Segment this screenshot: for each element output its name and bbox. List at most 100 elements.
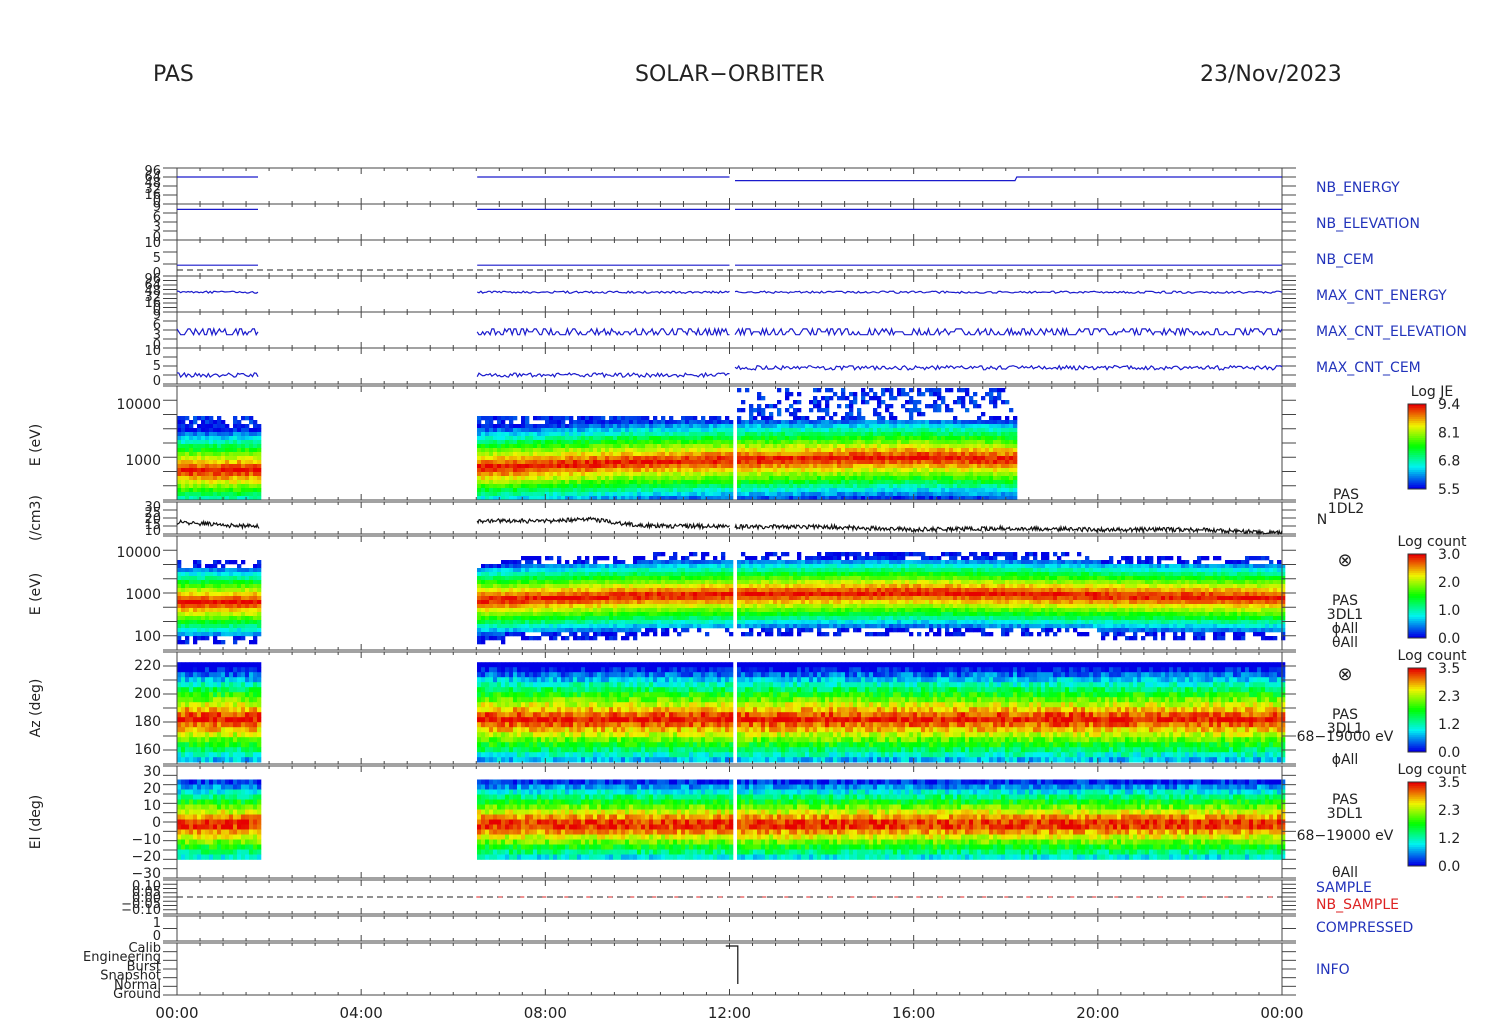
energy_l2-heatmap-cell — [573, 444, 578, 449]
energy_l2-heatmap-cell — [681, 472, 686, 477]
energy_l2-heatmap-cell — [1001, 460, 1006, 465]
energy_l2-heatmap-cell — [205, 428, 210, 433]
energy_l2-heatmap-cell — [477, 484, 482, 489]
energy_l2-heatmap-cell — [561, 460, 566, 465]
energy_l2-heatmap-cell — [713, 432, 718, 437]
energy_l2-heatmap-cell — [257, 460, 262, 465]
energy_l2-heatmap-cell — [237, 444, 242, 449]
energy_l1-heatmap-cell — [257, 592, 262, 597]
energy_l2-heatmap-cell — [785, 476, 790, 481]
energy_l2-heatmap-cell — [617, 452, 622, 457]
energy_l2-heatmap-cell — [985, 488, 990, 493]
energy_l2-heatmap-cell — [689, 448, 694, 453]
energy_l2-heatmap-cell — [785, 472, 790, 477]
energy_l2-heatmap-cell — [993, 472, 998, 477]
energy_l2-heatmap-cell — [945, 428, 950, 433]
energy_l2-heatmap-cell — [565, 472, 570, 477]
energy_l1-heatmap-cell — [221, 580, 226, 585]
energy_l2-heatmap-cell — [253, 488, 258, 493]
energy_l2-heatmap-cell — [761, 476, 766, 481]
energy_l2-heatmap-cell — [1001, 476, 1006, 481]
energy_l1-heatmap-cell — [485, 580, 490, 585]
energy_l2-heatmap-cell — [629, 440, 634, 445]
energy_l1-heatmap-cell — [181, 628, 186, 633]
energy_l2-heatmap-cell — [177, 416, 182, 421]
energy_l2-heatmap-cell — [541, 452, 546, 457]
energy_l2-heatmap-cell — [697, 420, 702, 425]
energy_l2-ytick-label: 10000 — [116, 397, 161, 413]
energy_l2-heatmap-cell — [717, 448, 722, 453]
energy_l2-heatmap-cell — [177, 432, 182, 437]
energy_l2-heatmap-cell — [929, 448, 934, 453]
energy_l2-heatmap-cell — [801, 456, 806, 461]
energy_l2-heatmap-cell — [545, 460, 550, 465]
energy_l1-heatmap-cell — [489, 592, 494, 597]
energy_l1-heatmap-cell — [477, 572, 482, 577]
energy_l1-heatmap-cell — [233, 568, 238, 573]
energy_l2-heatmap-cell — [969, 436, 974, 441]
energy_l2-heatmap-cell — [253, 420, 258, 425]
energy_l2-heatmap-cell — [521, 452, 526, 457]
energy_l2-heatmap-cell — [833, 464, 838, 469]
energy_l2-heatmap-cell — [965, 492, 970, 497]
energy_l2-heatmap-cell — [885, 488, 890, 493]
energy_l2-heatmap-cell — [957, 440, 962, 445]
energy_l2-heatmap-cell — [205, 476, 210, 481]
energy_l2-heatmap-cell — [825, 404, 830, 409]
energy_l2-heatmap-cell — [761, 448, 766, 453]
energy_l1-heatmap-cell — [197, 600, 202, 605]
energy_l2-heatmap-cell — [789, 480, 794, 485]
energy_l2-heatmap-cell — [257, 424, 262, 429]
energy_l2-heatmap-cell — [649, 456, 654, 461]
energy_l2-heatmap-cell — [613, 424, 618, 429]
energy_l2-heatmap-cell — [885, 432, 890, 437]
energy_l2-heatmap-cell — [809, 440, 814, 445]
energy_l2-heatmap-cell — [709, 452, 714, 457]
energy_l2-heatmap-cell — [749, 452, 754, 457]
energy_l2-heatmap-cell — [697, 428, 702, 433]
energy_l2-heatmap-cell — [613, 452, 618, 457]
energy_l2-heatmap-cell — [1001, 428, 1006, 433]
max_cnt_cem-ytick-label: 5 — [153, 359, 161, 374]
energy_l2-heatmap-cell — [889, 488, 894, 493]
energy_l2-heatmap-cell — [625, 424, 630, 429]
energy_l2-heatmap-cell — [601, 432, 606, 437]
energy_l2-heatmap-cell — [1013, 464, 1018, 469]
energy_l2-heatmap-cell — [1005, 428, 1010, 433]
energy_l2-heatmap-cell — [829, 468, 834, 473]
energy_l2-heatmap-cell — [189, 452, 194, 457]
energy_l2-heatmap-cell — [477, 492, 482, 497]
energy_l2-heatmap-cell — [789, 444, 794, 449]
energy_l2-heatmap-cell — [929, 476, 934, 481]
energy_l2-heatmap-cell — [817, 448, 822, 453]
energy_l2-heatmap-cell — [793, 444, 798, 449]
energy_l2-heatmap-cell — [909, 468, 914, 473]
energy_l2-heatmap-cell — [789, 436, 794, 441]
energy_l2-heatmap-cell — [697, 492, 702, 497]
energy_l2-heatmap-cell — [797, 480, 802, 485]
energy_l2-heatmap-cell — [873, 452, 878, 457]
energy_l2-heatmap-cell — [501, 460, 506, 465]
energy_l2-heatmap-cell — [797, 392, 802, 397]
energy_l2-heatmap-cell — [221, 468, 226, 473]
energy_l2-heatmap-cell — [861, 484, 866, 489]
energy_l2-heatmap-cell — [789, 412, 794, 417]
energy_l1-heatmap-cell — [197, 584, 202, 589]
energy_l2-heatmap-cell — [721, 492, 726, 497]
energy_l2-heatmap-cell — [1009, 464, 1014, 469]
energy_l2-heatmap-cell — [865, 460, 870, 465]
energy_l2-heatmap-cell — [725, 448, 730, 453]
energy_l2-heatmap-cell — [521, 456, 526, 461]
energy_l2-heatmap-cell — [769, 484, 774, 489]
energy_l2-heatmap-cell — [957, 432, 962, 437]
energy_l2-heatmap-cell — [761, 468, 766, 473]
energy_l2-heatmap-cell — [601, 476, 606, 481]
energy_l1-heatmap-cell — [493, 584, 498, 589]
energy_l2-heatmap-cell — [225, 424, 230, 429]
energy_l2-heatmap-cell — [189, 472, 194, 477]
energy_l2-heatmap-cell — [633, 492, 638, 497]
energy_l2-heatmap-cell — [789, 492, 794, 497]
energy_l2-heatmap-cell — [609, 428, 614, 433]
energy_l2-heatmap-cell — [605, 492, 610, 497]
energy_l2-heatmap-cell — [257, 484, 262, 489]
